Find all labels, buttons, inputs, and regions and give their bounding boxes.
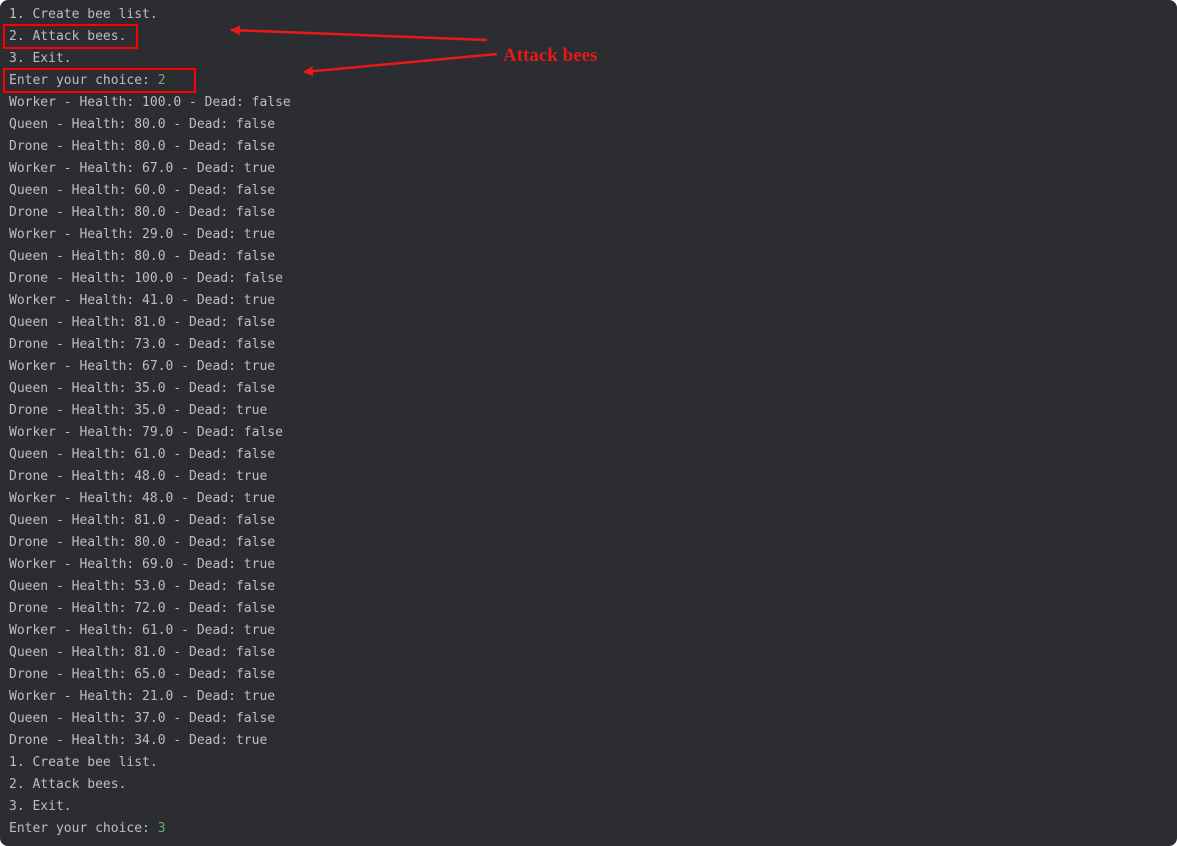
arrow-to-choice-prompt bbox=[303, 52, 498, 77]
choice-prompt-line: Enter your choice: 3 bbox=[9, 818, 291, 840]
bee-row: Worker - Health: 67.0 - Dead: true bbox=[9, 359, 276, 374]
bee-row: Drone - Health: 35.0 - Dead: true bbox=[9, 403, 268, 418]
bee-row: Queen - Health: 35.0 - Dead: false bbox=[9, 381, 276, 396]
bee-row: Drone - Health: 65.0 - Dead: false bbox=[9, 667, 276, 682]
menu-option-attack: 2. Attack bees. bbox=[9, 777, 127, 792]
bee-row: Queen - Health: 81.0 - Dead: false bbox=[9, 645, 276, 660]
bee-row: Worker - Health: 61.0 - Dead: true bbox=[9, 623, 276, 638]
bee-row: Queen - Health: 60.0 - Dead: false bbox=[9, 183, 276, 198]
console-output-panel: 1. Create bee list. 2. Attack bees. 3. E… bbox=[0, 0, 1177, 846]
menu-option-exit: 3. Exit. bbox=[9, 799, 72, 814]
bee-row: Queen - Health: 61.0 - Dead: false bbox=[9, 447, 276, 462]
bee-row: Queen - Health: 53.0 - Dead: false bbox=[9, 579, 276, 594]
bee-row: Worker - Health: 69.0 - Dead: true bbox=[9, 557, 276, 572]
bee-row: Worker - Health: 41.0 - Dead: true bbox=[9, 293, 276, 308]
choice-input-value: 3 bbox=[157, 821, 166, 836]
bee-row: Worker - Health: 21.0 - Dead: true bbox=[9, 689, 276, 704]
highlight-box-choice-prompt bbox=[3, 68, 196, 93]
bee-row: Drone - Health: 80.0 - Dead: false bbox=[9, 535, 276, 550]
bee-row: Queen - Health: 81.0 - Dead: false bbox=[9, 315, 276, 330]
highlight-box-attack-option bbox=[3, 24, 138, 49]
bee-row: Queen - Health: 37.0 - Dead: false bbox=[9, 711, 276, 726]
bee-row: Queen - Health: 81.0 - Dead: false bbox=[9, 513, 276, 528]
bee-row: Drone - Health: 34.0 - Dead: true bbox=[9, 733, 268, 748]
bee-row: Drone - Health: 80.0 - Dead: false bbox=[9, 205, 276, 220]
bee-row: Drone - Health: 73.0 - Dead: false bbox=[9, 337, 276, 352]
menu-option-create: 1. Create bee list. bbox=[9, 755, 158, 770]
bee-row: Drone - Health: 48.0 - Dead: true bbox=[9, 469, 268, 484]
bee-row: Worker - Health: 29.0 - Dead: true bbox=[9, 227, 276, 242]
bee-row: Worker - Health: 48.0 - Dead: true bbox=[9, 491, 276, 506]
choice-prompt-label: Enter your choice: bbox=[9, 821, 158, 836]
bee-row: Queen - Health: 80.0 - Dead: false bbox=[9, 117, 276, 132]
annotation-label: Attack bees bbox=[503, 45, 598, 66]
bee-row: Queen - Health: 80.0 - Dead: false bbox=[9, 249, 276, 264]
bee-row: Worker - Health: 67.0 - Dead: true bbox=[9, 161, 276, 176]
bee-row: Drone - Health: 80.0 - Dead: false bbox=[9, 139, 276, 154]
bee-row: Worker - Health: 100.0 - Dead: false bbox=[9, 95, 291, 110]
console-lines: 1. Create bee list. 2. Attack bees. 3. E… bbox=[9, 4, 291, 840]
menu-option-create: 1. Create bee list. bbox=[9, 7, 158, 22]
menu-option-exit: 3. Exit. bbox=[9, 51, 72, 66]
bee-row: Drone - Health: 72.0 - Dead: false bbox=[9, 601, 276, 616]
bee-row: Drone - Health: 100.0 - Dead: false bbox=[9, 271, 283, 286]
bee-row: Worker - Health: 79.0 - Dead: false bbox=[9, 425, 283, 440]
